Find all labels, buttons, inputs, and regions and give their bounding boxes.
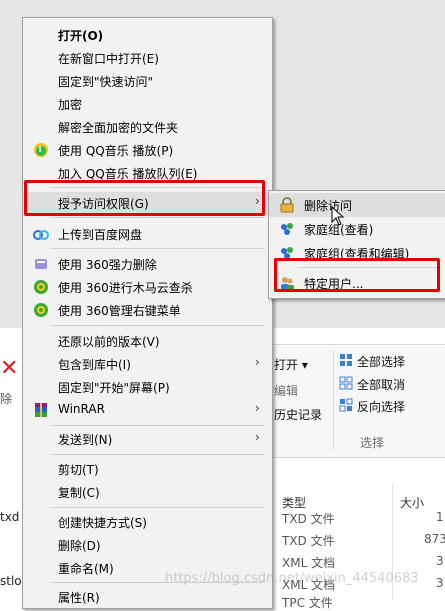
menu-item-open-new-window[interactable]: 在新窗口中打开(E) bbox=[23, 47, 272, 70]
submenu-arrow-icon: › bbox=[255, 401, 260, 415]
menu-item-delete[interactable]: 删除(D) bbox=[23, 534, 272, 557]
red-x-icon: ✕ bbox=[0, 356, 19, 381]
file-type-cell: TXD 文件 bbox=[282, 534, 335, 548]
360-shield-icon bbox=[34, 303, 48, 317]
menu-item-properties[interactable]: 属性(R) bbox=[23, 586, 272, 609]
select-none-icon bbox=[339, 376, 353, 390]
menu-item-label: 创建快捷方式(S) bbox=[58, 516, 147, 530]
menu-item-label: 使用 360管理右键菜单 bbox=[58, 304, 181, 318]
submenu-arrow-icon: › bbox=[255, 430, 260, 444]
ribbon-edit[interactable]: 编辑 bbox=[274, 382, 298, 399]
menu-item-label: 包含到库中(I) bbox=[58, 358, 131, 372]
menu-item-label: 使用 QQ音乐 播放(P) bbox=[58, 144, 174, 158]
menu-item-label: 复制(C) bbox=[58, 486, 100, 500]
baidu-cloud-icon bbox=[33, 230, 49, 240]
menu-item-label: 上传到百度网盘 bbox=[58, 228, 143, 242]
file-type-cell: TPC 文件 bbox=[282, 596, 333, 610]
menu-item-label: 发送到(N) bbox=[58, 433, 113, 447]
ribbon-history[interactable]: 历史记录 bbox=[274, 406, 322, 423]
menu-item-label: 删除(D) bbox=[58, 539, 101, 553]
menu-separator bbox=[51, 217, 265, 218]
ribbon-group-select: 选择 bbox=[360, 436, 385, 450]
file-size-cell: 3 bbox=[436, 554, 444, 568]
menu-item-create-shortcut[interactable]: 创建快捷方式(S) bbox=[23, 511, 272, 534]
menu-item-encrypt[interactable]: 加密 bbox=[23, 93, 272, 116]
menu-item-qqmusic-play[interactable]: 使用 QQ音乐 播放(P) bbox=[23, 139, 272, 162]
menu-item-send-to[interactable]: 发送到(N) › bbox=[23, 428, 272, 451]
column-type[interactable]: 类型 bbox=[282, 494, 306, 511]
qq-music-icon bbox=[34, 143, 48, 157]
winrar-icon bbox=[35, 403, 47, 417]
file-size-cell: 1 bbox=[436, 510, 444, 524]
menu-item-label: 固定到"快速访问" bbox=[58, 75, 154, 89]
file-type-cell: XML 文档 bbox=[282, 556, 336, 570]
select-all-icon bbox=[340, 354, 352, 366]
menu-item-cut[interactable]: 剪切(T) bbox=[23, 458, 272, 481]
context-menu: 打开(O) 在新窗口中打开(E) 固定到"快速访问" 加密 解密全面加密的文件夹… bbox=[22, 17, 273, 609]
lock-icon bbox=[280, 197, 294, 213]
menu-item-label: 剪切(T) bbox=[58, 463, 99, 477]
menu-item-360-manage-menu[interactable]: 使用 360管理右键菜单 bbox=[23, 299, 272, 322]
ribbon-select-all[interactable]: 全部选择 bbox=[357, 353, 405, 370]
menu-item-decrypt-folder[interactable]: 解密全面加密的文件夹 bbox=[23, 116, 272, 139]
homegroup-icon bbox=[281, 223, 293, 235]
menu-item-label: 属性(R) bbox=[58, 591, 100, 605]
360-shield-icon bbox=[34, 280, 48, 294]
menu-item-pin-start[interactable]: 固定到"开始"屏幕(P) bbox=[23, 376, 272, 399]
submenu-item-homegroup-view[interactable]: 家庭组(查看) bbox=[269, 217, 445, 241]
menu-item-360-delete[interactable]: 使用 360强力删除 bbox=[23, 253, 272, 276]
annotation-give-access bbox=[24, 180, 265, 216]
file-size-cell: 873 bbox=[424, 532, 445, 546]
menu-item-label: 重命名(M) bbox=[58, 562, 114, 576]
delete-fragment: 除 bbox=[0, 392, 13, 406]
360-delete-icon bbox=[35, 259, 47, 269]
file-type-cell: TXD 文件 bbox=[282, 512, 335, 526]
file-size-cell: 3 bbox=[436, 576, 444, 590]
menu-item-pin-quick-access[interactable]: 固定到"快速访问" bbox=[23, 70, 272, 93]
menu-separator bbox=[51, 325, 265, 326]
annotation-specific-user bbox=[274, 258, 440, 292]
menu-item-open[interactable]: 打开(O) bbox=[23, 24, 272, 47]
watermark: https://blog.csdn.net/weixin_44540683 bbox=[165, 571, 419, 586]
ribbon-divider bbox=[333, 350, 334, 450]
menu-item-label: 解密全面加密的文件夹 bbox=[58, 121, 179, 135]
menu-item-label: 还原以前的版本(V) bbox=[58, 335, 160, 349]
menu-item-label: 使用 360强力删除 bbox=[58, 258, 157, 272]
menu-item-label: 打开(O) bbox=[58, 29, 104, 43]
menu-item-baidu-upload[interactable]: 上传到百度网盘 bbox=[23, 223, 272, 246]
menu-item-copy[interactable]: 复制(C) bbox=[23, 481, 272, 504]
submenu-item-remove-access[interactable]: 删除访问 bbox=[269, 193, 445, 217]
ribbon-invert-selection[interactable]: 反向选择 bbox=[357, 398, 405, 415]
menu-separator bbox=[51, 248, 265, 249]
mouse-cursor-icon bbox=[331, 206, 345, 226]
menu-separator bbox=[51, 507, 265, 508]
menu-item-label: WinRAR bbox=[58, 402, 105, 416]
ribbon-select-none[interactable]: 全部取消 bbox=[357, 376, 405, 393]
menu-item-include-in-library[interactable]: 包含到库中(I) › bbox=[23, 353, 272, 376]
menu-separator bbox=[51, 454, 265, 455]
menu-separator bbox=[51, 425, 265, 426]
menu-item-label: 加密 bbox=[58, 98, 83, 112]
submenu-arrow-icon: › bbox=[255, 355, 260, 369]
menu-item-restore-versions[interactable]: 还原以前的版本(V) bbox=[23, 330, 272, 353]
menu-item-label: 固定到"开始"屏幕(P) bbox=[58, 381, 170, 395]
menu-item-label: 使用 360进行木马云查杀 bbox=[58, 281, 193, 295]
menu-item-360-trojan-scan[interactable]: 使用 360进行木马云查杀 bbox=[23, 276, 272, 299]
column-size[interactable]: 大小 bbox=[400, 494, 424, 511]
file-fragment-txd: txd bbox=[0, 510, 20, 524]
menu-item-label: 在新窗口中打开(E) bbox=[58, 52, 159, 66]
invert-selection-icon bbox=[339, 398, 353, 412]
ribbon-open[interactable]: 打开 ▾ bbox=[274, 356, 308, 373]
menu-item-winrar[interactable]: WinRAR › bbox=[23, 399, 272, 422]
